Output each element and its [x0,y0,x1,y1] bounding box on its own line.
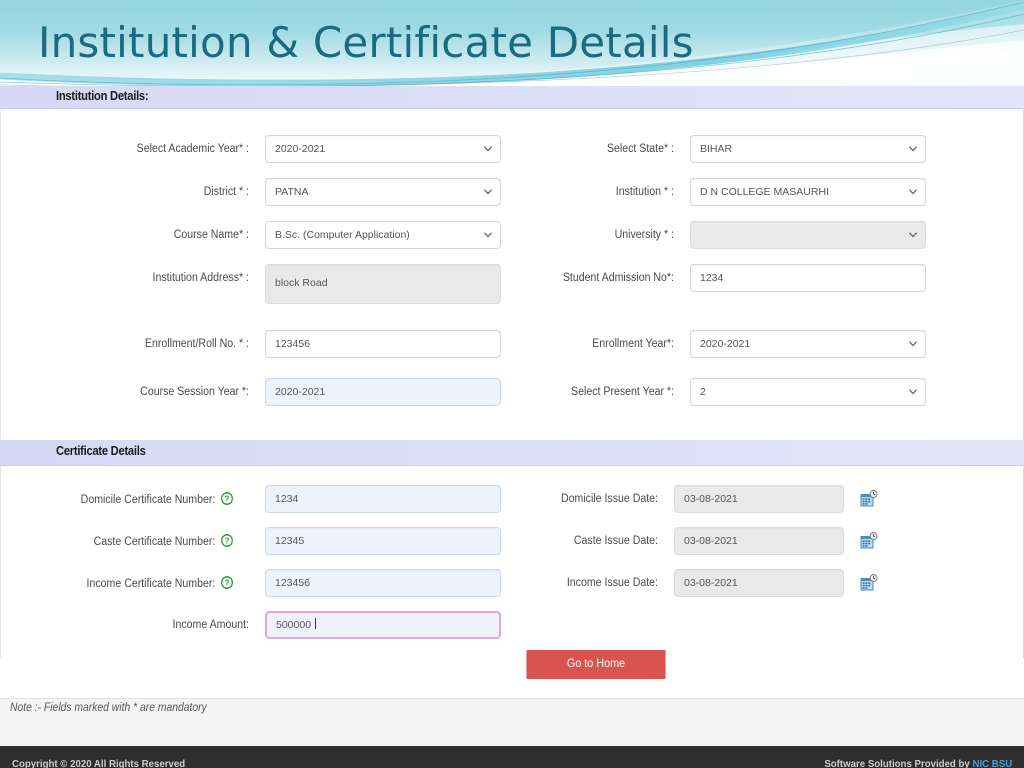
label-course-session-year: Course Session Year *: [140,386,249,398]
label-income-issue-date: Income Issue Date: [566,577,658,589]
institution-details-section-header: Institution Details: [0,86,1024,109]
go-to-home-button[interactable]: Go to Home [526,650,666,679]
value-domicile-certificate-number: 1234 [275,493,299,505]
label-student-admission-no: Student Admission No*: [562,272,674,284]
page-content: Institution Details: Select Academic Yea… [0,86,1024,658]
label-income-amount: Income Amount: [172,619,249,631]
mandatory-note-text: Note :- Fields marked with * are mandato… [10,702,207,714]
value-select-state: BIHAR [700,143,733,155]
field-enrollment-year: Enrollment Year*: 2020-2021 [426,330,928,358]
label-course-name: Course Name* : [173,229,249,241]
svg-text:?: ? [225,578,230,587]
field-select-present-year: Select Present Year *: 2 [426,378,928,406]
value-enrollment-year: 2020-2021 [700,338,751,350]
value-caste-certificate-number: 12345 [275,535,305,547]
input-domicile-issue-date[interactable]: 03-08-2021 [674,485,844,513]
label-university: University * : [614,229,674,241]
chevron-down-icon [909,389,917,395]
svg-text:?: ? [225,536,230,545]
calendar-icon[interactable] [860,490,878,508]
input-select-present-year[interactable]: 2 [690,378,926,406]
label-institution-address: Institution Address* : [152,272,249,284]
question-mark-icon[interactable]: ? [221,576,233,589]
value-income-issue-date: 03-08-2021 [684,577,738,589]
field-income-issue-date: Income Issue Date: 03-08-2021 [426,569,928,597]
input-university[interactable] [690,221,926,249]
value-district: PATNA [275,186,309,198]
label-select-state: Select State* : [606,143,674,155]
svg-text:?: ? [225,494,230,503]
input-income-issue-date[interactable]: 03-08-2021 [674,569,844,597]
chevron-down-icon [909,146,917,152]
field-income-amount: Income Amount: 500000 [1,611,503,639]
label-text-domicile: Domicile Certificate Number: [80,494,216,506]
label-select-present-year: Select Present Year *: [571,386,674,398]
field-select-state: Select State* : BIHAR [426,135,928,163]
chevron-down-icon [909,189,917,195]
footer-provider: Software Solutions Provided by NIC BSU [824,758,1012,768]
label-enrollment-year: Enrollment Year*: [592,338,674,350]
label-text-income-cert: Income Certificate Number: [86,578,216,590]
field-domicile-issue-date: Domicile Issue Date: 03-08-2021 [426,485,928,513]
label-text-caste: Caste Certificate Number: [93,536,216,548]
label-income-certificate-number: Income Certificate Number: ? [20,576,233,591]
certificate-details-heading: Certificate Details [56,443,146,458]
value-institution-address: block Road [275,277,328,289]
footer-copyright: Copyright © 2020 All Rights Reserved [12,758,186,768]
value-select-academic-year: 2020-2021 [275,143,326,155]
input-institution[interactable]: D N COLLEGE MASAURHI [690,178,926,206]
calendar-icon[interactable] [860,574,878,592]
chevron-down-icon [909,341,917,347]
certificate-details-form: Domicile Certificate Number: ? 1234 Cast… [0,466,1024,658]
value-select-present-year: 2 [700,386,706,398]
footer-provider-prefix: Software Solutions Provided by [824,758,973,768]
institution-details-form: Select Academic Year* : 2020-2021 Distri… [0,109,1024,440]
label-district: District * : [203,186,249,198]
page-banner: Institution & Certificate Details [0,0,1024,86]
site-footer: Copyright © 2020 All Rights Reserved Sof… [0,746,1024,768]
value-enrollment-roll-no: 123456 [275,338,311,350]
input-caste-issue-date[interactable]: 03-08-2021 [674,527,844,555]
field-university: University * : [426,221,928,249]
mandatory-note-bar: Note :- Fields marked with * are mandato… [0,698,1024,747]
input-income-amount[interactable]: 500000 [265,611,501,639]
input-student-admission-no[interactable]: 1234 [690,264,926,292]
value-institution: D N COLLEGE MASAURHI [700,186,829,198]
value-caste-issue-date: 03-08-2021 [684,535,738,547]
certificate-details-section-header: Certificate Details [0,440,1024,466]
label-select-academic-year: Select Academic Year* : [136,143,249,155]
label-enrollment-roll-no: Enrollment/Roll No. * : [144,338,249,350]
label-domicile-issue-date: Domicile Issue Date: [560,493,658,505]
field-student-admission-no: Student Admission No*: 1234 [426,264,928,292]
label-caste-certificate-number: Caste Certificate Number: ? [20,534,233,549]
value-domicile-issue-date: 03-08-2021 [684,493,738,505]
value-student-admission-no: 1234 [700,272,724,284]
input-enrollment-year[interactable]: 2020-2021 [690,330,926,358]
field-institution: Institution * : D N COLLEGE MASAURHI [426,178,928,206]
value-income-amount: 500000 [276,619,312,631]
value-course-name: B.Sc. (Computer Application) [275,229,410,241]
input-select-state[interactable]: BIHAR [690,135,926,163]
value-income-certificate-number: 123456 [275,577,311,589]
field-caste-issue-date: Caste Issue Date: 03-08-2021 [426,527,928,555]
label-caste-issue-date: Caste Issue Date: [573,535,658,547]
label-domicile-certificate-number: Domicile Certificate Number: ? [20,492,233,507]
question-mark-icon[interactable]: ? [221,492,233,505]
footer-provider-name[interactable]: NIC BSU [972,758,1012,768]
label-institution: Institution * : [615,186,674,198]
page-title: Institution & Certificate Details [38,18,694,67]
chevron-down-icon [909,232,917,238]
value-course-session-year: 2020-2021 [275,386,326,398]
calendar-icon[interactable] [860,532,878,550]
institution-details-heading: Institution Details: [56,88,149,103]
question-mark-icon[interactable]: ? [221,534,233,547]
